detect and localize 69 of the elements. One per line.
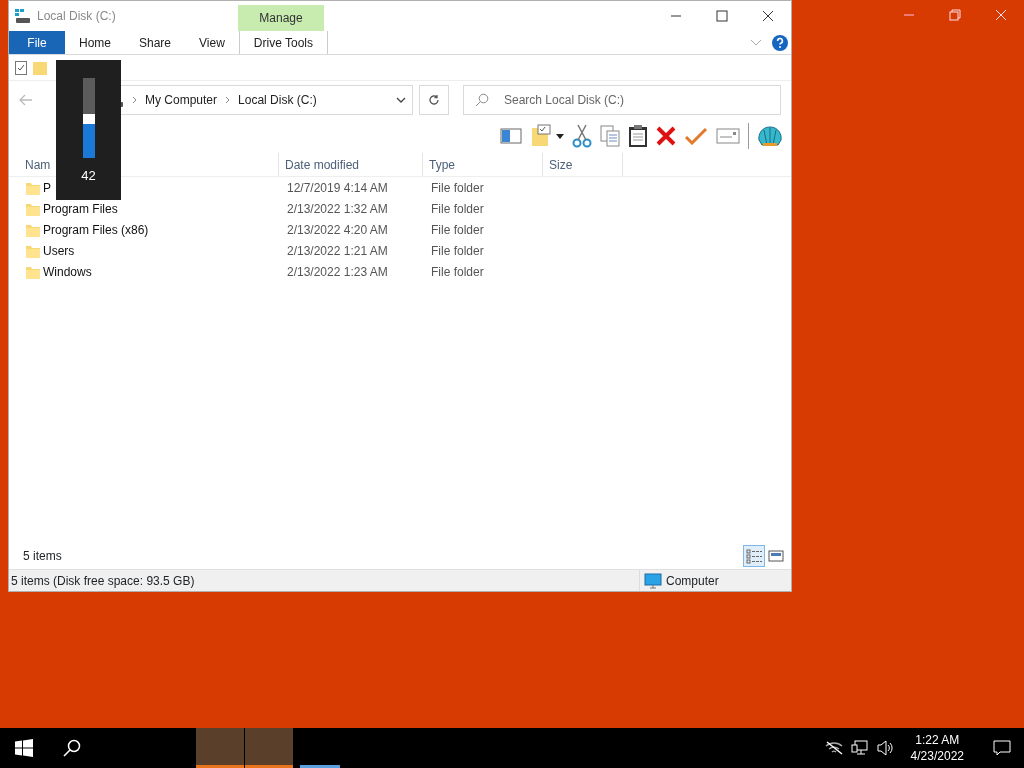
file-name[interactable]: P xyxy=(43,178,51,197)
column-header[interactable]: Date modified xyxy=(279,153,423,176)
date-cell-text: 2/13/2022 1:21 AM xyxy=(286,242,389,260)
preview-view-icon xyxy=(767,548,785,564)
refresh-icon xyxy=(428,94,440,106)
file-name[interactable]: Users xyxy=(43,241,75,260)
breadcrumb[interactable]: My Computer xyxy=(145,91,218,109)
refresh-button[interactable] xyxy=(419,85,449,115)
breadcrumb[interactable]: Local Disk (C:) xyxy=(238,91,317,109)
help-icon[interactable] xyxy=(772,34,788,51)
type-cell-text: File folder xyxy=(430,200,485,218)
type-cell-text: File folder xyxy=(430,179,485,197)
taskbar-app-button[interactable] xyxy=(196,728,244,768)
pane-icon[interactable] xyxy=(500,128,522,144)
clipboard-icon[interactable] xyxy=(628,124,648,148)
file-name[interactable]: Program Files xyxy=(43,199,118,218)
type-cell-text: File folder xyxy=(430,242,485,260)
ribbon-tab[interactable]: File xyxy=(9,31,65,54)
network-off-icon[interactable] xyxy=(824,741,843,755)
clock-date[interactable]: 4/23/2022 xyxy=(910,748,964,765)
copy-icon[interactable] xyxy=(600,125,620,147)
network-icon[interactable] xyxy=(850,740,869,756)
delete-x-icon[interactable] xyxy=(656,126,676,146)
drive-icon xyxy=(15,9,31,23)
chevron-icon xyxy=(132,96,137,104)
close-icon xyxy=(994,9,1008,21)
envelope-icon[interactable] xyxy=(716,128,740,144)
details-view-button[interactable] xyxy=(743,545,765,567)
volume-thumb[interactable] xyxy=(82,114,95,125)
clock-time[interactable]: 1:22 AM xyxy=(910,731,964,748)
date-cell-text: 2/13/2022 4:20 AM xyxy=(286,221,389,239)
date-cell-text: 12/7/2019 4:14 AM xyxy=(286,179,389,197)
volume-track[interactable] xyxy=(82,78,95,158)
ribbon-tab[interactable]: View xyxy=(185,31,239,54)
file-name[interactable]: Windows xyxy=(43,262,92,281)
ribbon-tab[interactable]: Share xyxy=(125,31,186,54)
speaker-icon[interactable] xyxy=(876,740,895,756)
close-icon xyxy=(761,10,775,22)
type-cell-text: File folder xyxy=(430,263,485,281)
context-tab-group: Manage xyxy=(238,5,324,31)
maximize-icon xyxy=(715,10,729,22)
shell-icon[interactable] xyxy=(757,125,783,147)
taskbar-app-button[interactable] xyxy=(245,728,293,768)
status-text: 5 items (Disk free space: 93.5 GB) xyxy=(11,572,195,590)
location-label: Computer xyxy=(666,572,719,590)
scissors-icon[interactable] xyxy=(572,124,592,148)
file-name[interactable]: Program Files (x86) xyxy=(43,220,149,239)
speech-bubble-icon xyxy=(993,740,1011,756)
item-count: 5 items xyxy=(23,548,62,565)
window-title: Local Disk (C:) xyxy=(37,8,116,25)
search-field[interactable]: Search Local Disk (C:) xyxy=(463,85,781,115)
search-icon xyxy=(63,739,81,757)
checkmark-icon[interactable] xyxy=(684,127,708,145)
monitor-icon xyxy=(644,572,662,589)
chevron-icon xyxy=(225,96,231,104)
windows-logo-icon xyxy=(15,739,33,757)
properties-icon[interactable] xyxy=(15,60,27,75)
date-cell-text: 2/13/2022 1:23 AM xyxy=(286,263,389,281)
date-cell-text: 2/13/2022 1:32 AM xyxy=(286,200,389,218)
column-header[interactable]: Size xyxy=(543,153,623,176)
expand-ribbon-icon[interactable] xyxy=(750,38,762,47)
details-view-icon xyxy=(745,548,763,564)
dropdown-icon[interactable] xyxy=(396,97,406,103)
column-header[interactable]: Type xyxy=(423,153,543,176)
type-cell-text: File folder xyxy=(430,221,485,239)
caret-icon[interactable] xyxy=(556,133,564,139)
restore-icon xyxy=(948,9,962,21)
ribbon-tab[interactable]: Home xyxy=(65,31,125,54)
ribbon-tab[interactable]: Drive Tools xyxy=(238,31,328,54)
